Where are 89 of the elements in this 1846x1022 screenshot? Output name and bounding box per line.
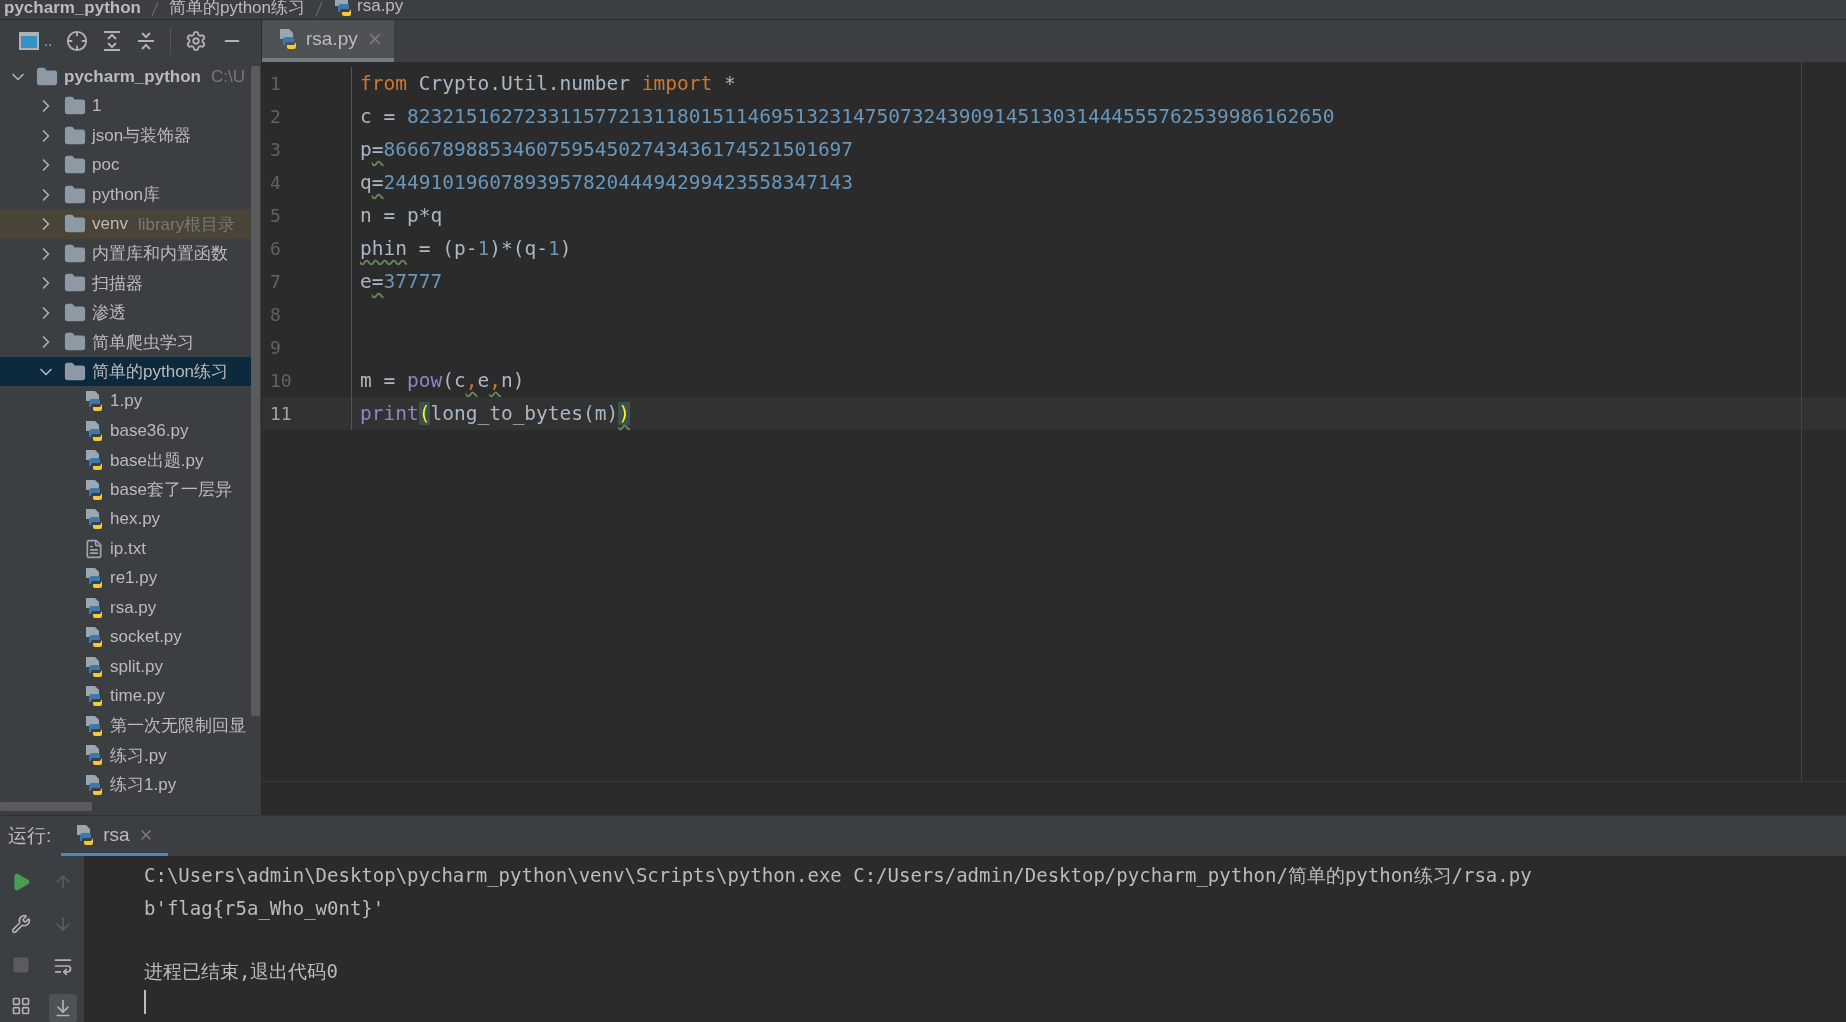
tree-item[interactable]: python库 xyxy=(0,179,251,210)
code-line: from Crypto.Util.number import * xyxy=(359,71,736,95)
text-file-icon xyxy=(84,538,104,559)
folder-icon xyxy=(64,124,86,147)
folder-icon xyxy=(64,242,86,265)
code-line: phin = (p-1)*(q-1) xyxy=(359,236,572,260)
expand-all-icon[interactable] xyxy=(102,29,123,52)
tree-item[interactable]: 简单的python练习 xyxy=(0,356,251,387)
python-file-icon xyxy=(84,773,104,796)
tree-item[interactable]: base36.py xyxy=(0,415,251,446)
console-line: b'flag{r5a_Who_w0nt}' xyxy=(144,896,386,922)
python-file-icon xyxy=(75,823,96,846)
window-icon[interactable] xyxy=(18,30,40,51)
python-file-icon xyxy=(84,419,104,442)
scrollbar[interactable] xyxy=(0,802,92,811)
python-file-icon xyxy=(84,449,104,472)
folder-icon xyxy=(64,301,86,324)
tree-item[interactable]: 简单爬虫学习 xyxy=(0,327,251,357)
settings-icon[interactable] xyxy=(185,29,208,52)
tree-item[interactable]: 第一次无限制回显 xyxy=(0,710,251,741)
scroll-to-end-icon[interactable] xyxy=(49,994,77,1022)
tree-item[interactable]: 1 xyxy=(0,91,251,121)
python-file-icon xyxy=(84,478,104,501)
folder-icon xyxy=(64,183,86,206)
python-file-icon xyxy=(333,0,354,17)
collapse-all-icon[interactable] xyxy=(136,29,157,52)
console-line: 进程已结束,退出代码0 xyxy=(144,959,339,984)
tree-item[interactable]: base出题.py xyxy=(0,445,251,475)
tree-item[interactable]: rsa.py xyxy=(0,592,251,623)
breadcrumb-item[interactable]: rsa.py xyxy=(333,0,404,17)
tree-item[interactable]: pycharm_python C:\U xyxy=(0,61,251,92)
tree-item[interactable]: re1.py xyxy=(0,563,251,593)
console-line: C:\Users\admin\Desktop\pycharm_python\venv\Scripts\python.exe C:/Users/admin/Desktop/pycharm_python/简单的python练习/rsa.py xyxy=(144,863,1533,889)
python-file-icon xyxy=(84,744,104,767)
line-number: 6 xyxy=(262,231,352,265)
tree-item[interactable]: hex.py xyxy=(0,504,251,534)
line-number: 10 xyxy=(262,363,352,397)
tree-item[interactable]: json与装饰器 xyxy=(0,120,251,151)
tree-item[interactable]: ip.txt xyxy=(0,533,251,564)
code-line: e=37777 xyxy=(359,269,443,293)
code-line: m = pow(c,e,n) xyxy=(359,368,525,392)
line-number: 2 xyxy=(262,99,352,133)
line-number: 7 xyxy=(262,264,352,298)
editor-tab[interactable]: rsa.py xyxy=(262,19,394,62)
code-line: n = p*q xyxy=(359,203,443,227)
breadcrumb-item[interactable]: pycharm_python xyxy=(4,0,141,17)
tree-item[interactable]: poc xyxy=(0,150,251,180)
line-number: 5 xyxy=(262,198,352,232)
tree-item[interactable]: 练习.py xyxy=(0,740,251,770)
tree-item[interactable]: base套了一层异 xyxy=(0,474,251,505)
python-file-icon xyxy=(84,626,104,649)
path-hint: C:\U xyxy=(211,66,245,87)
crosshair-icon[interactable] xyxy=(66,29,89,52)
python-file-icon xyxy=(84,390,104,413)
python-file-icon xyxy=(84,685,104,708)
tree-item[interactable]: socket.py xyxy=(0,622,251,652)
folder-icon xyxy=(64,360,86,383)
line-number: 11 xyxy=(262,396,352,430)
line-number: 3 xyxy=(262,132,352,166)
tree-item[interactable]: 渗透 xyxy=(0,297,251,328)
python-file-icon xyxy=(84,567,104,590)
tree-item[interactable]: 扫描器 xyxy=(0,268,251,298)
folder-icon xyxy=(36,65,58,88)
tree-item[interactable]: 1.py xyxy=(0,386,251,416)
tree-item[interactable]: 内置库和内置函数 xyxy=(0,238,251,269)
python-file-icon xyxy=(84,714,104,737)
more-text: .. xyxy=(44,32,53,50)
breadcrumb-separator-icon xyxy=(151,0,159,17)
code-line: q=2449101960789395782044494299423558347143 xyxy=(359,170,854,194)
text-cursor xyxy=(144,990,146,1014)
tree-item[interactable]: venv library根目录 xyxy=(0,209,251,239)
path-hint: library根目录 xyxy=(137,213,236,236)
python-file-icon xyxy=(278,27,298,50)
python-file-icon xyxy=(84,655,104,678)
code-line: print(long_to_bytes(m)) xyxy=(359,401,631,425)
line-number: 9 xyxy=(262,330,352,364)
run-label: 运行: xyxy=(8,824,52,848)
line-number: 4 xyxy=(262,165,352,199)
code-line: p=8666789885346075954502743436174521501697 xyxy=(359,137,854,161)
tree-item[interactable]: time.py xyxy=(0,681,251,711)
python-file-icon xyxy=(84,596,104,619)
python-file-icon xyxy=(84,508,104,531)
line-number: 8 xyxy=(262,297,352,331)
breadcrumb-separator-icon xyxy=(315,0,324,17)
code-line: c = 8232151627233115772131180151146951323147507324390914513031444555762539986162650 xyxy=(359,104,1335,128)
tree-item[interactable]: 练习1.py xyxy=(0,769,251,800)
line-number: 1 xyxy=(262,66,352,100)
scrollbar[interactable] xyxy=(251,65,260,716)
tree-item[interactable]: split.py xyxy=(0,651,251,682)
